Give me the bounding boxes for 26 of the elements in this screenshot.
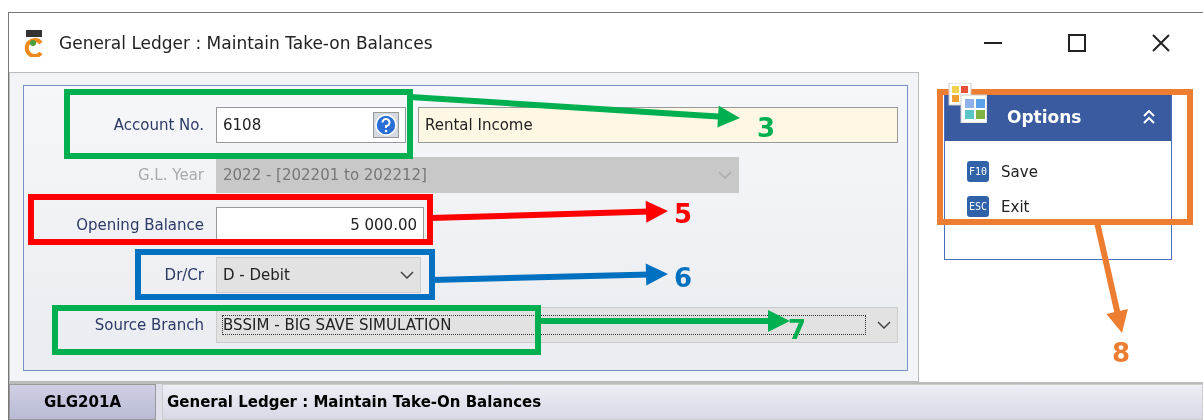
close-icon[interactable]: [1151, 32, 1171, 53]
field-label: Account No.: [112, 116, 204, 135]
dropdown-field[interactable]: D - Debit: [216, 257, 421, 294]
key-icon: ESC: [967, 196, 990, 218]
collapse-icon[interactable]: [1143, 110, 1155, 125]
field-label: Source Branch: [93, 316, 204, 335]
window-title: General Ledger : Maintain Take-on Balances: [59, 32, 433, 53]
callout-number: 8: [1112, 338, 1131, 368]
help-icon[interactable]: [373, 112, 399, 139]
callout-number: 5: [674, 199, 693, 229]
field-label: Dr/Cr: [163, 266, 204, 285]
chevron-down-icon: [718, 171, 732, 180]
field-label: Opening Balance: [75, 216, 204, 235]
status-title: General Ledger : Maintain Take-On Balances: [162, 384, 1203, 420]
chevron-down-icon: [877, 321, 891, 330]
callout-number: 7: [788, 315, 807, 345]
key-icon: F10: [967, 161, 990, 183]
field-label: G.L. Year: [136, 166, 204, 185]
menu-item[interactable]: F10 Save: [945, 157, 1171, 187]
menu-item[interactable]: ESC Exit: [945, 192, 1171, 222]
callout-number: 6: [674, 263, 693, 293]
input-field[interactable]: 6108: [216, 107, 406, 144]
chevron-down-icon: [400, 271, 414, 280]
program-code: GLG201A: [9, 384, 156, 420]
callout-number: 3: [757, 113, 776, 143]
maximize-icon[interactable]: [1067, 32, 1087, 53]
